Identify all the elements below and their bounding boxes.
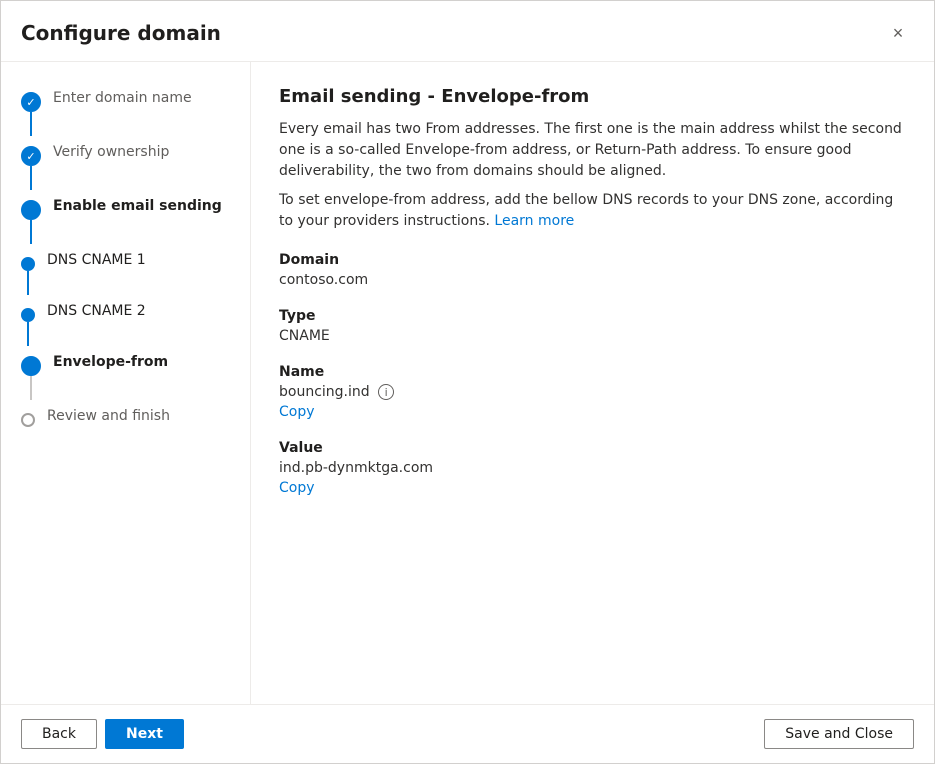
next-button[interactable]: Next — [105, 719, 184, 749]
modal-body: ✓ Enter domain name ✓ Verify ownership — [1, 62, 934, 704]
name-label: Name — [279, 364, 906, 380]
main-content: Email sending - Envelope-from Every emai… — [251, 62, 934, 704]
step-dot-envelope — [21, 356, 41, 376]
step-item-dns-cname-1: DNS CNAME 1 — [1, 244, 250, 295]
step-item-envelope-from: Envelope-from — [1, 346, 250, 400]
content-description-2-text: To set envelope-from address, add the be… — [279, 192, 893, 229]
configure-domain-modal: Configure domain × ✓ Enter domain name — [0, 0, 935, 764]
content-title: Email sending - Envelope-from — [279, 86, 906, 107]
step-connector-review — [21, 400, 35, 427]
step-label-enter-domain: Enter domain name — [53, 82, 250, 114]
step-dot-dns1 — [21, 257, 35, 271]
step-line-1 — [30, 112, 32, 136]
step-item-verify-ownership: ✓ Verify ownership — [1, 136, 250, 190]
step-line-5 — [27, 322, 29, 346]
type-section: Type CNAME — [279, 308, 906, 344]
step-connector-dns1 — [21, 244, 35, 295]
step-line-4 — [27, 271, 29, 295]
step-dot-enter-domain: ✓ — [21, 92, 41, 112]
check-icon-verify: ✓ — [26, 150, 35, 163]
step-label-envelope-from: Envelope-from — [53, 346, 250, 378]
step-item-dns-cname-2: DNS CNAME 2 — [1, 295, 250, 346]
name-info-icon[interactable]: i — [378, 384, 394, 400]
modal-header: Configure domain × — [1, 1, 934, 62]
name-value-text: bouncing.ind — [279, 384, 370, 400]
content-description-1: Every email has two From addresses. The … — [279, 119, 906, 182]
value-label: Value — [279, 440, 906, 456]
learn-more-link[interactable]: Learn more — [494, 213, 574, 229]
step-label-verify-ownership: Verify ownership — [53, 136, 250, 168]
domain-label: Domain — [279, 252, 906, 268]
modal-footer: Back Next Save and Close — [1, 704, 934, 763]
step-dot-verify: ✓ — [21, 146, 41, 166]
value-section: Value ind.pb-dynmktga.com Copy — [279, 440, 906, 496]
step-connector-dns2 — [21, 295, 35, 346]
step-line-6 — [30, 376, 32, 400]
step-item-enable-email: Enable email sending — [1, 190, 250, 244]
value-value: ind.pb-dynmktga.com — [279, 460, 906, 476]
step-label-enable-email: Enable email sending — [53, 190, 250, 222]
step-connector-envelope — [21, 346, 41, 400]
modal-title: Configure domain — [21, 21, 221, 45]
save-close-button[interactable]: Save and Close — [764, 719, 914, 749]
type-label: Type — [279, 308, 906, 324]
step-line-3 — [30, 220, 32, 244]
domain-value: contoso.com — [279, 272, 906, 288]
step-connector-enable — [21, 190, 41, 244]
step-connector-verify: ✓ — [21, 136, 41, 190]
step-item-review-finish: Review and finish — [1, 400, 250, 432]
name-copy-link[interactable]: Copy — [279, 404, 315, 420]
steps-sidebar: ✓ Enter domain name ✓ Verify ownership — [1, 62, 251, 704]
check-icon-enter-domain: ✓ — [26, 96, 35, 109]
step-item-enter-domain: ✓ Enter domain name — [1, 82, 250, 136]
back-button[interactable]: Back — [21, 719, 97, 749]
step-dot-dns2 — [21, 308, 35, 322]
name-value: bouncing.ind i — [279, 384, 906, 400]
step-label-dns-cname-2: DNS CNAME 2 — [47, 295, 250, 327]
content-description-2: To set envelope-from address, add the be… — [279, 190, 906, 232]
step-dot-enable — [21, 200, 41, 220]
step-list: ✓ Enter domain name ✓ Verify ownership — [1, 82, 250, 432]
value-copy-link[interactable]: Copy — [279, 480, 315, 496]
step-connector-enter-domain: ✓ — [21, 82, 41, 136]
name-section: Name bouncing.ind i Copy — [279, 364, 906, 420]
step-label-review-finish: Review and finish — [47, 400, 250, 432]
close-button[interactable]: × — [882, 17, 914, 49]
step-label-dns-cname-1: DNS CNAME 1 — [47, 244, 250, 276]
footer-left-buttons: Back Next — [21, 719, 184, 749]
content-area: Email sending - Envelope-from Every emai… — [279, 86, 906, 680]
type-value: CNAME — [279, 328, 906, 344]
step-line-2 — [30, 166, 32, 190]
domain-section: Domain contoso.com — [279, 252, 906, 288]
step-dot-review — [21, 413, 35, 427]
